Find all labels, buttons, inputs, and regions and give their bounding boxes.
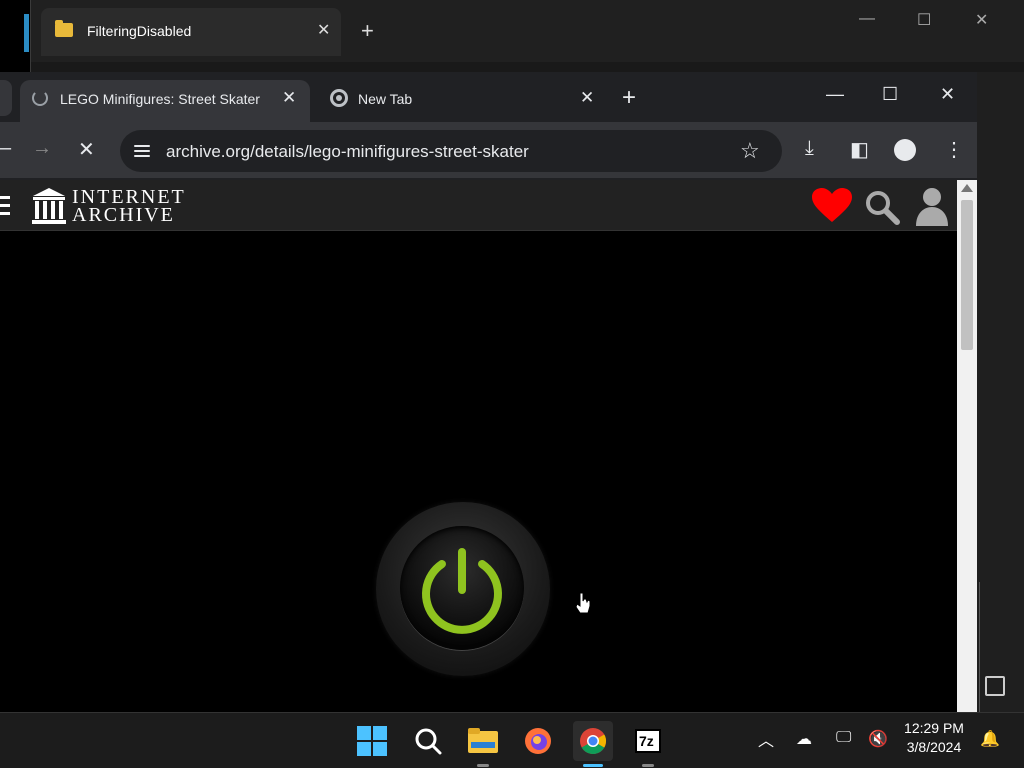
search-icon xyxy=(415,728,442,755)
chrome-button[interactable] xyxy=(573,721,613,767)
active-indicator xyxy=(583,764,603,767)
donate-heart-icon[interactable] xyxy=(812,188,852,224)
chrome-icon xyxy=(580,728,607,755)
onedrive-icon[interactable]: ☁ xyxy=(796,729,812,749)
volume-muted-icon[interactable]: 🔇 xyxy=(868,729,888,749)
side-panel-icon[interactable]: ◧ xyxy=(850,137,869,162)
logo-text-line2: ARCHIVE xyxy=(72,204,175,226)
firefox-button[interactable] xyxy=(518,721,558,761)
clock-date[interactable]: 3/8/2024 xyxy=(895,739,973,755)
window-icon[interactable] xyxy=(985,676,1005,696)
page-content: INTERNET ARCHIVE xyxy=(0,180,957,712)
background-tab[interactable]: FilteringDisabled ✕ xyxy=(41,8,341,56)
site-header: INTERNET ARCHIVE xyxy=(0,180,957,231)
tab-lego-minifigures[interactable]: LEGO Minifigures: Street Skater ✕ xyxy=(20,80,310,122)
search-icon[interactable] xyxy=(864,189,900,225)
7zip-button[interactable]: 7z xyxy=(628,721,668,767)
tab-label: New Tab xyxy=(358,91,413,107)
7zip-label: 7z xyxy=(639,733,654,749)
address-bar[interactable]: archive.org/details/lego-minifigures-str… xyxy=(120,130,782,172)
browser-window: LEGO Minifigures: Street Skater ✕ New Ta… xyxy=(0,72,977,712)
maximize-icon[interactable]: ☐ xyxy=(917,10,931,30)
forward-icon[interactable]: → xyxy=(32,137,52,160)
mouse-cursor-icon xyxy=(575,592,591,614)
close-tab-icon[interactable]: ✕ xyxy=(317,20,330,40)
7zip-icon: 7z xyxy=(635,729,661,753)
maximize-icon[interactable]: ☐ xyxy=(882,84,898,105)
new-tab-icon[interactable]: + xyxy=(622,84,636,112)
notification-bell-icon[interactable]: 🔔 xyxy=(980,729,1000,749)
taskbar: 7z ︿ ☁ 🖵 🔇 12:29 PM 3/8/2024 🔔 xyxy=(0,712,1024,768)
chrome-icon xyxy=(330,89,348,107)
archive-building-icon xyxy=(32,188,66,224)
minimize-icon[interactable]: — xyxy=(859,10,875,28)
running-indicator xyxy=(642,764,654,767)
network-icon[interactable]: 🖵 xyxy=(836,729,851,747)
show-hidden-icons-chevron-icon[interactable]: ︿ xyxy=(758,727,774,751)
start-icon xyxy=(357,726,387,756)
url-text[interactable]: archive.org/details/lego-minifigures-str… xyxy=(166,142,529,162)
edge-divider xyxy=(979,582,980,712)
clock-time[interactable]: 12:29 PM xyxy=(895,720,973,736)
user-account-icon[interactable] xyxy=(914,186,950,226)
new-tab-icon[interactable]: + xyxy=(361,18,374,44)
page-scrollbar[interactable] xyxy=(957,180,977,712)
site-info-icon[interactable] xyxy=(134,142,150,158)
background-tab-label: FilteringDisabled xyxy=(87,23,192,39)
power-icon xyxy=(422,548,502,634)
hamburger-menu-icon[interactable] xyxy=(0,196,10,220)
menu-icon[interactable]: ⋮ xyxy=(944,137,964,162)
background-window-edge xyxy=(977,72,1024,712)
close-tab-icon[interactable]: ✕ xyxy=(282,88,296,108)
close-window-icon[interactable]: ✕ xyxy=(975,10,988,30)
running-indicator xyxy=(477,764,489,767)
background-tabbar: FilteringDisabled ✕ + — ☐ ✕ xyxy=(31,0,1024,62)
scroll-thumb[interactable] xyxy=(961,200,973,350)
close-tab-icon[interactable]: ✕ xyxy=(580,88,594,108)
start-button[interactable] xyxy=(352,721,392,761)
tab-strip: LEGO Minifigures: Street Skater ✕ New Ta… xyxy=(0,72,977,122)
power-button-face xyxy=(400,526,524,650)
firefox-icon xyxy=(525,728,551,754)
back-icon[interactable]: – xyxy=(0,137,11,160)
browser-toolbar: – → ✕ archive.org/details/lego-minifigur… xyxy=(0,122,977,178)
internet-archive-logo[interactable]: INTERNET ARCHIVE xyxy=(32,186,192,226)
file-explorer-icon xyxy=(468,728,498,753)
profile-icon[interactable] xyxy=(894,139,916,161)
file-explorer-button[interactable] xyxy=(463,721,503,767)
stop-loading-icon[interactable]: ✕ xyxy=(78,137,95,162)
tab-new-tab[interactable]: New Tab ✕ xyxy=(320,80,610,116)
minimize-icon[interactable]: — xyxy=(826,84,844,105)
tab-label: LEGO Minifigures: Street Skater xyxy=(60,91,260,107)
taskbar-search-button[interactable] xyxy=(408,721,448,761)
folder-icon xyxy=(55,20,73,37)
download-icon[interactable]: ⤓ xyxy=(805,137,814,160)
scroll-up-arrow-icon[interactable] xyxy=(961,184,973,192)
loading-icon xyxy=(32,90,48,106)
background-app-edge xyxy=(24,14,29,52)
power-button[interactable] xyxy=(376,502,550,676)
close-window-icon[interactable]: ✕ xyxy=(940,84,955,105)
bookmark-star-icon[interactable]: ☆ xyxy=(740,138,760,164)
previous-tab-edge[interactable] xyxy=(0,80,12,116)
